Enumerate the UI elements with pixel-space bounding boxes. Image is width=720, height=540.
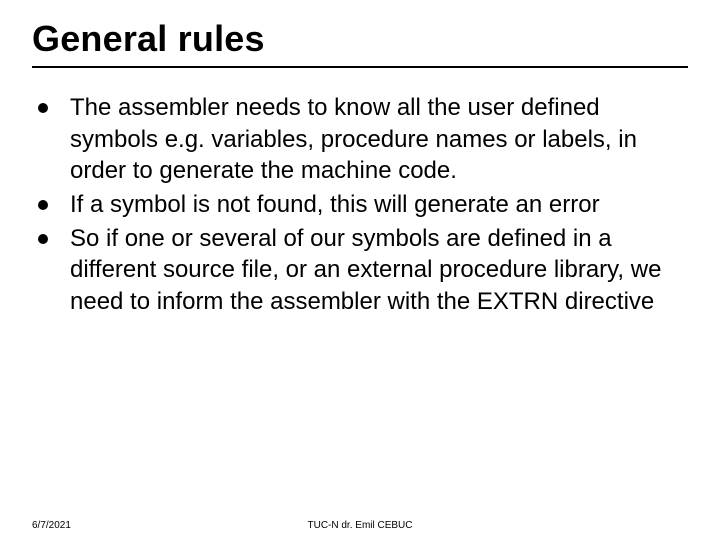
bullet-text: The assembler needs to know all the user… <box>70 92 682 187</box>
title-underline <box>32 66 688 68</box>
content-area: The assembler needs to know all the user… <box>32 92 688 318</box>
bullet-text: If a symbol is not found, this will gene… <box>70 189 682 221</box>
bullet-icon <box>38 234 48 244</box>
slide-title: General rules <box>32 18 688 60</box>
footer-date: 6/7/2021 <box>32 520 71 531</box>
bullet-icon <box>38 200 48 210</box>
slide-container: General rules The assembler needs to kno… <box>0 0 720 540</box>
footer-attribution: TUC-N dr. Emil CEBUC <box>307 520 412 531</box>
list-item: If a symbol is not found, this will gene… <box>38 189 682 221</box>
bullet-icon <box>38 103 48 113</box>
list-item: The assembler needs to know all the user… <box>38 92 682 187</box>
list-item: So if one or several of our symbols are … <box>38 223 682 318</box>
bullet-text: So if one or several of our symbols are … <box>70 223 682 318</box>
